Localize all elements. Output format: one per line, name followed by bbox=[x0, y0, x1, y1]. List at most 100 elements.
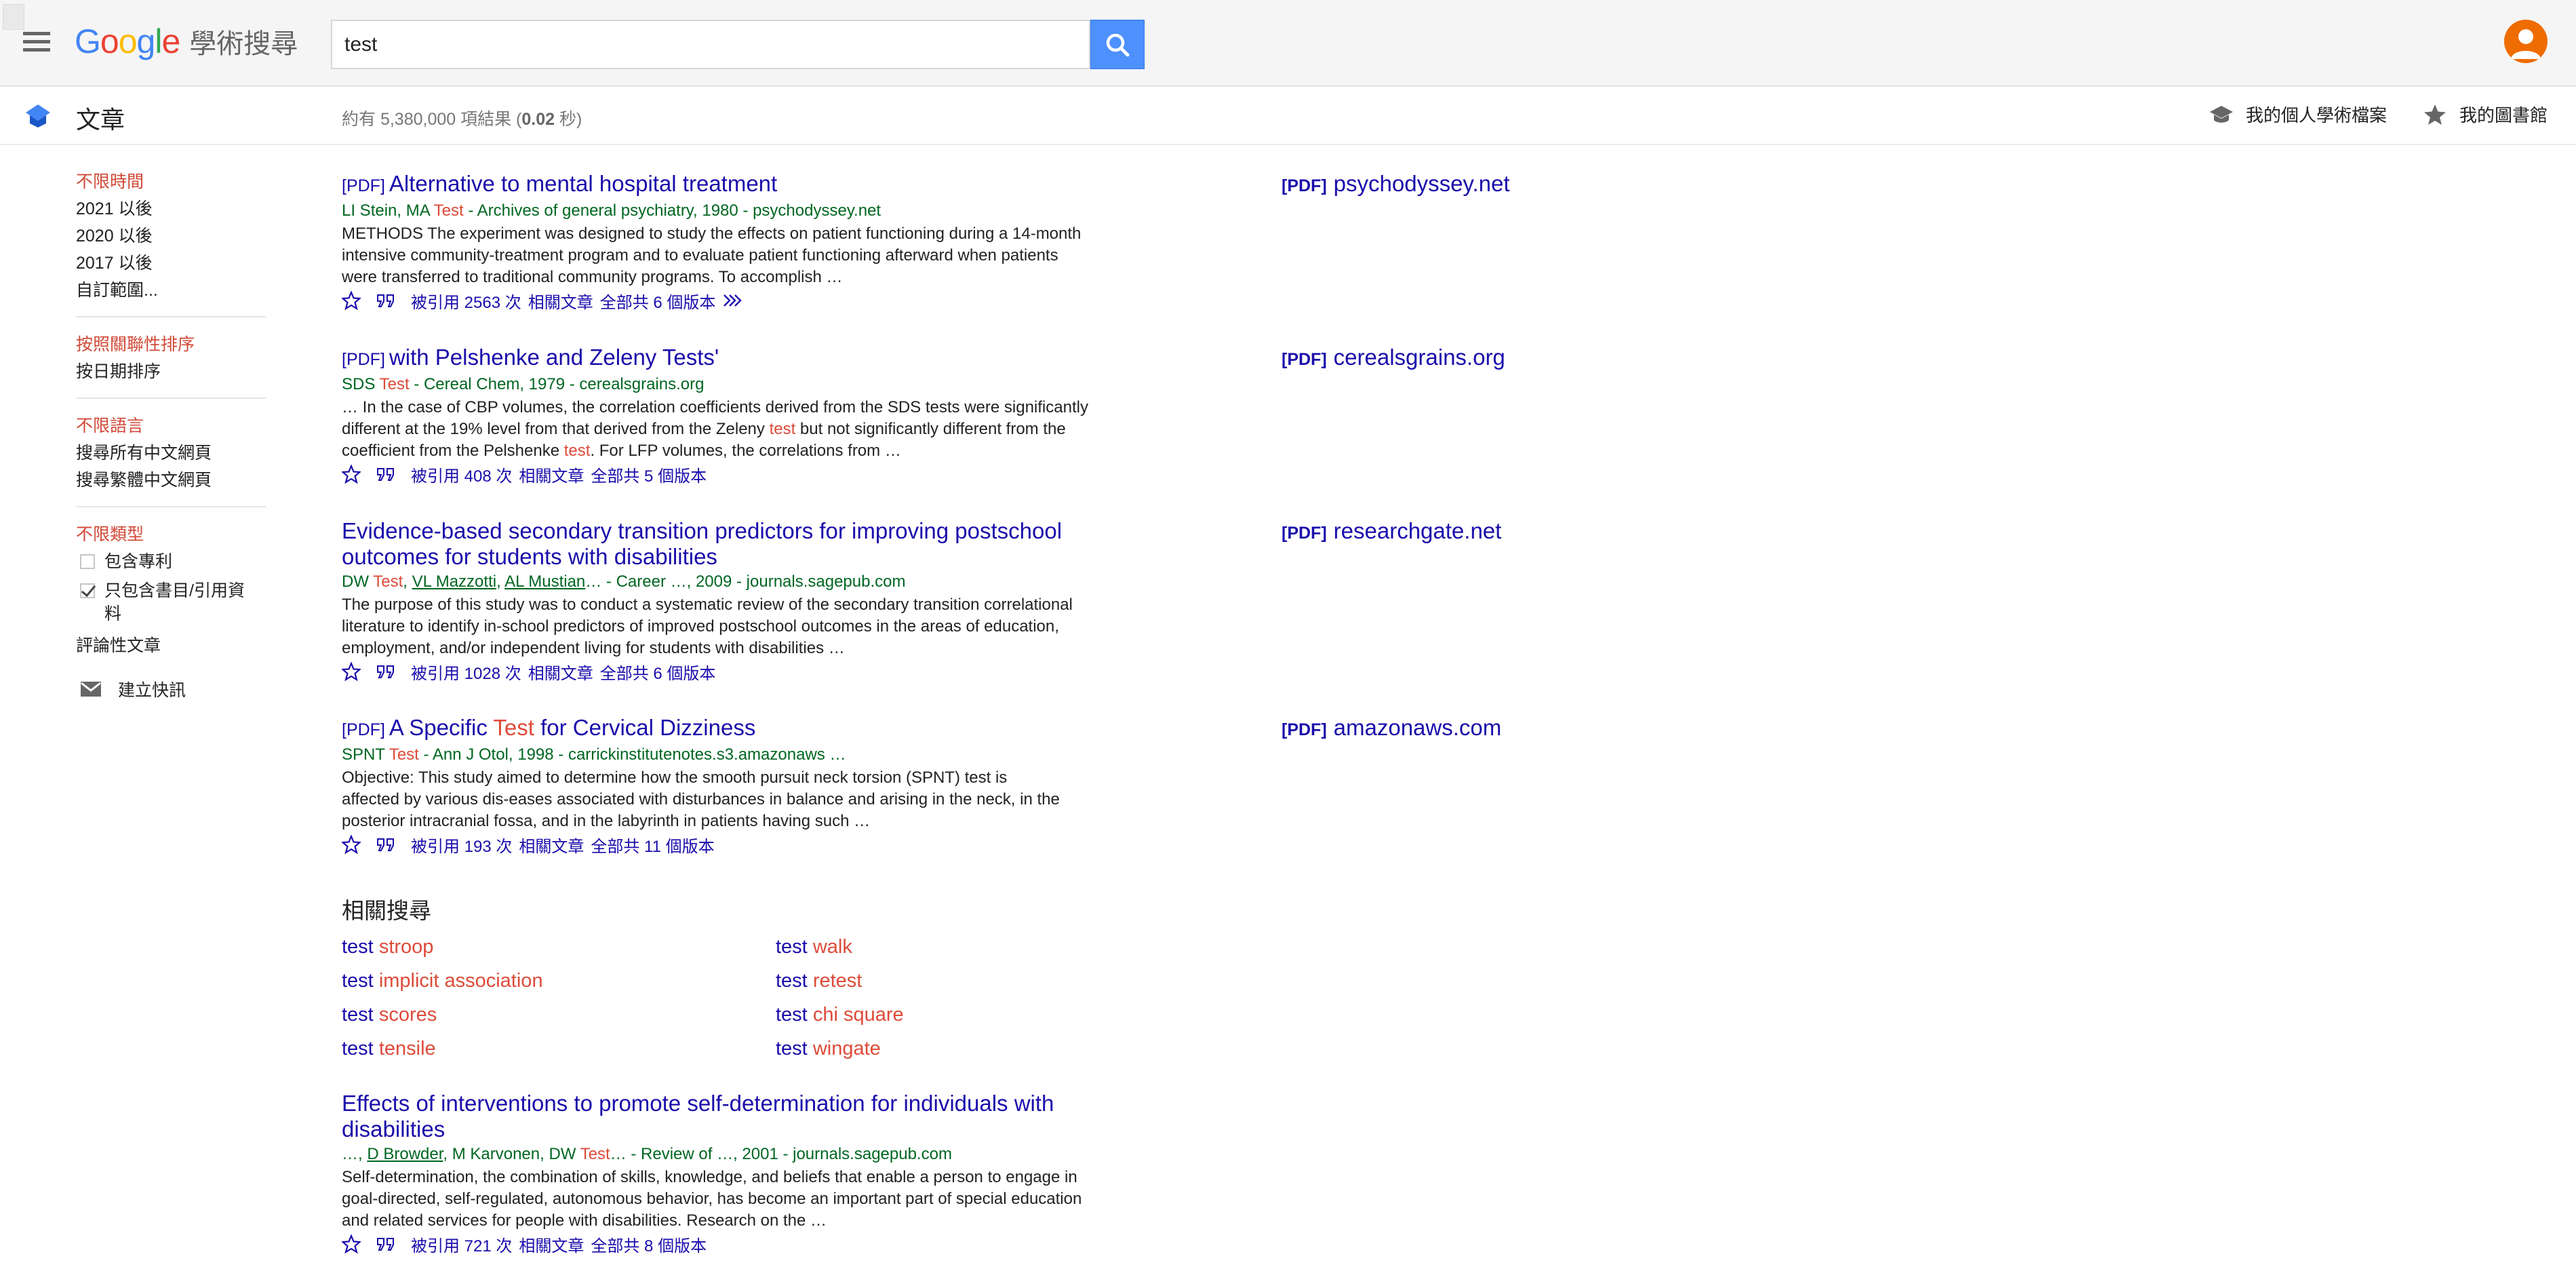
related-articles-link[interactable]: 相關文章 bbox=[519, 833, 584, 857]
left-sidebar: 不限時間 2021 以後 2020 以後 2017 以後 自訂範圍... 按照關… bbox=[76, 168, 266, 703]
filter-custom-range[interactable]: 自訂範圍... bbox=[76, 277, 266, 304]
all-versions-link[interactable]: 全部共 8 個版本 bbox=[591, 1232, 707, 1256]
result-snippet: Objective: This study aimed to determine… bbox=[342, 768, 1060, 830]
divider bbox=[76, 316, 266, 317]
related-articles-link[interactable]: 相關文章 bbox=[528, 289, 593, 313]
cite-quote-icon[interactable] bbox=[376, 466, 396, 482]
save-star-icon[interactable] bbox=[342, 1234, 361, 1253]
filter-since-2020[interactable]: 2020 以後 bbox=[76, 222, 266, 250]
filter-any-time[interactable]: 不限時間 bbox=[76, 168, 266, 195]
search-result: [PDF] A Specific Test for Cervical Dizzin… bbox=[342, 715, 1094, 857]
side-pdf-link[interactable]: [PDF] psychodyssey.net bbox=[1282, 171, 1510, 197]
star-icon bbox=[2424, 104, 2446, 125]
side-pdf-link[interactable]: [PDF] cerealsgrains.org bbox=[1282, 345, 1505, 370]
related-search-link[interactable]: test scores bbox=[342, 1001, 776, 1028]
search-button[interactable] bbox=[1090, 20, 1145, 69]
filter-since-2017[interactable]: 2017 以後 bbox=[76, 250, 266, 277]
divider bbox=[76, 506, 266, 507]
related-search-link[interactable]: test wingate bbox=[776, 1035, 993, 1062]
related-search-link[interactable]: test retest bbox=[776, 967, 993, 994]
author-link[interactable]: AL Mustian bbox=[504, 572, 585, 591]
sort-by-relevance[interactable]: 按照關聯性排序 bbox=[76, 331, 266, 358]
related-articles-link[interactable]: 相關文章 bbox=[528, 660, 593, 684]
result-title-link[interactable]: Effects of interventions to promote self… bbox=[342, 1091, 1094, 1142]
cited-by-link[interactable]: 被引用 1028 次 bbox=[411, 660, 521, 684]
result-title-link[interactable]: Evidence-based secondary transition pred… bbox=[342, 518, 1094, 570]
related-search-link[interactable]: test stroop bbox=[342, 933, 776, 960]
result-actions: 被引用 721 次 相關文章 全部共 8 個版本 bbox=[342, 1232, 1094, 1256]
result-meta: …, D Browder, M Karvonen, DW Test… - Rev… bbox=[342, 1145, 952, 1163]
section-label: 文章 bbox=[76, 106, 125, 134]
result-snippet: METHODS The experiment was designed to s… bbox=[342, 225, 1082, 286]
corner-box bbox=[3, 4, 24, 30]
side-pdf-link[interactable]: [PDF] researchgate.net bbox=[1282, 518, 1501, 544]
author-link[interactable]: D Browder bbox=[367, 1145, 443, 1163]
related-articles-link[interactable]: 相關文章 bbox=[519, 1232, 584, 1256]
related-articles-link[interactable]: 相關文章 bbox=[519, 463, 584, 486]
sub-bar: 文章 約有 5,380,000 項結果 (0.02 秒) 我的個人學術檔案 我的… bbox=[0, 87, 2576, 145]
review-articles-link[interactable]: 評論性文章 bbox=[76, 632, 266, 659]
filter-chinese-pages[interactable]: 搜尋所有中文網頁 bbox=[76, 440, 266, 467]
author-link[interactable]: VL Mazzotti bbox=[412, 572, 497, 591]
save-star-icon[interactable] bbox=[342, 662, 361, 681]
sort-by-date[interactable]: 按日期排序 bbox=[76, 358, 266, 385]
articles-icon bbox=[26, 104, 50, 128]
related-search-link[interactable]: test walk bbox=[776, 933, 993, 960]
my-profile-link[interactable]: 我的個人學術檔案 bbox=[2209, 102, 2387, 127]
create-alert-link[interactable]: 建立快訊 bbox=[76, 676, 266, 703]
result-title-link[interactable]: [PDF] with Pelshenke and Zeleny Tests' bbox=[342, 345, 1094, 372]
result-actions: 被引用 1028 次 相關文章 全部共 6 個版本 bbox=[342, 659, 1094, 684]
search-result: Evidence-based secondary transition pred… bbox=[342, 518, 1094, 684]
top-bar: Google 學術搜尋 bbox=[0, 0, 2576, 87]
related-search-link[interactable]: test tensile bbox=[342, 1035, 776, 1062]
result-meta: SDS Test - Cereal Chem, 1979 - cerealsgr… bbox=[342, 375, 705, 393]
related-searches-heading: 相關搜尋 bbox=[342, 898, 431, 923]
side-pdf-link[interactable]: [PDF] amazonaws.com bbox=[1282, 715, 1501, 741]
all-versions-link[interactable]: 全部共 6 個版本 bbox=[600, 660, 716, 684]
cite-quote-icon[interactable] bbox=[376, 1236, 396, 1252]
related-searches: test stroop test walk test implicit asso… bbox=[342, 933, 993, 1062]
filter-any-type[interactable]: 不限類型 bbox=[76, 521, 266, 548]
save-star-icon[interactable] bbox=[342, 465, 361, 484]
filter-any-language[interactable]: 不限語言 bbox=[76, 412, 266, 440]
scholar-cap-icon bbox=[2210, 105, 2233, 123]
menu-icon[interactable] bbox=[23, 32, 50, 52]
search-result: [PDF] Alternative to mental hospital trea… bbox=[342, 171, 1094, 313]
my-library-link[interactable]: 我的圖書館 bbox=[2423, 102, 2548, 127]
result-title-link[interactable]: [PDF] Alternative to mental hospital trea… bbox=[342, 171, 1094, 199]
scholar-logo[interactable]: Google 學術搜尋 bbox=[75, 22, 298, 62]
save-star-icon[interactable] bbox=[342, 835, 361, 854]
cite-quote-icon[interactable] bbox=[376, 292, 396, 309]
include-patents-checkbox[interactable]: 包含專利 bbox=[76, 550, 266, 577]
search-input[interactable] bbox=[331, 20, 1090, 69]
cited-by-link[interactable]: 被引用 721 次 bbox=[411, 1232, 512, 1256]
cited-by-link[interactable]: 被引用 193 次 bbox=[411, 833, 512, 857]
cite-quote-icon[interactable] bbox=[376, 836, 396, 853]
scholar-link-icon[interactable] bbox=[722, 292, 744, 309]
related-search-link[interactable]: test chi square bbox=[776, 1001, 993, 1028]
all-versions-link[interactable]: 全部共 11 個版本 bbox=[591, 833, 714, 857]
result-snippet: The purpose of this study was to conduct… bbox=[342, 596, 1073, 657]
result-title-link[interactable]: [PDF] A Specific Test for Cervical Dizzin… bbox=[342, 715, 1094, 743]
filter-traditional-chinese-pages[interactable]: 搜尋繁體中文網頁 bbox=[76, 467, 266, 494]
filter-since-2021[interactable]: 2021 以後 bbox=[76, 195, 266, 222]
result-meta: SPNT Test - Ann J Otol, 1998 - carrickin… bbox=[342, 745, 846, 764]
result-meta: LI Stein, MA Test - Archives of general … bbox=[342, 201, 881, 220]
result-actions: 被引用 193 次 相關文章 全部共 11 個版本 bbox=[342, 832, 1094, 857]
cite-quote-icon[interactable] bbox=[376, 663, 396, 680]
include-citations-checkbox[interactable]: 只包含書目/引用資料 bbox=[76, 579, 266, 625]
result-actions: 被引用 2563 次 相關文章 全部共 6 個版本 bbox=[342, 288, 1094, 313]
google-wordmark: Google bbox=[75, 22, 180, 60]
avatar[interactable] bbox=[2504, 20, 2548, 63]
all-versions-link[interactable]: 全部共 5 個版本 bbox=[591, 463, 707, 486]
result-meta: DW Test, VL Mazzotti, AL Mustian… - Care… bbox=[342, 572, 906, 591]
cited-by-link[interactable]: 被引用 2563 次 bbox=[411, 289, 521, 313]
avatar-icon bbox=[2511, 29, 2541, 59]
related-search-link[interactable]: test implicit association bbox=[342, 967, 776, 994]
result-snippet: Self-determination, the combination of s… bbox=[342, 1168, 1082, 1230]
save-star-icon[interactable] bbox=[342, 291, 361, 310]
search-result: [PDF] with Pelshenke and Zeleny Tests' SD… bbox=[342, 345, 1094, 486]
all-versions-link[interactable]: 全部共 6 個版本 bbox=[600, 289, 716, 313]
search-icon bbox=[1106, 33, 1130, 57]
cited-by-link[interactable]: 被引用 408 次 bbox=[411, 463, 512, 486]
